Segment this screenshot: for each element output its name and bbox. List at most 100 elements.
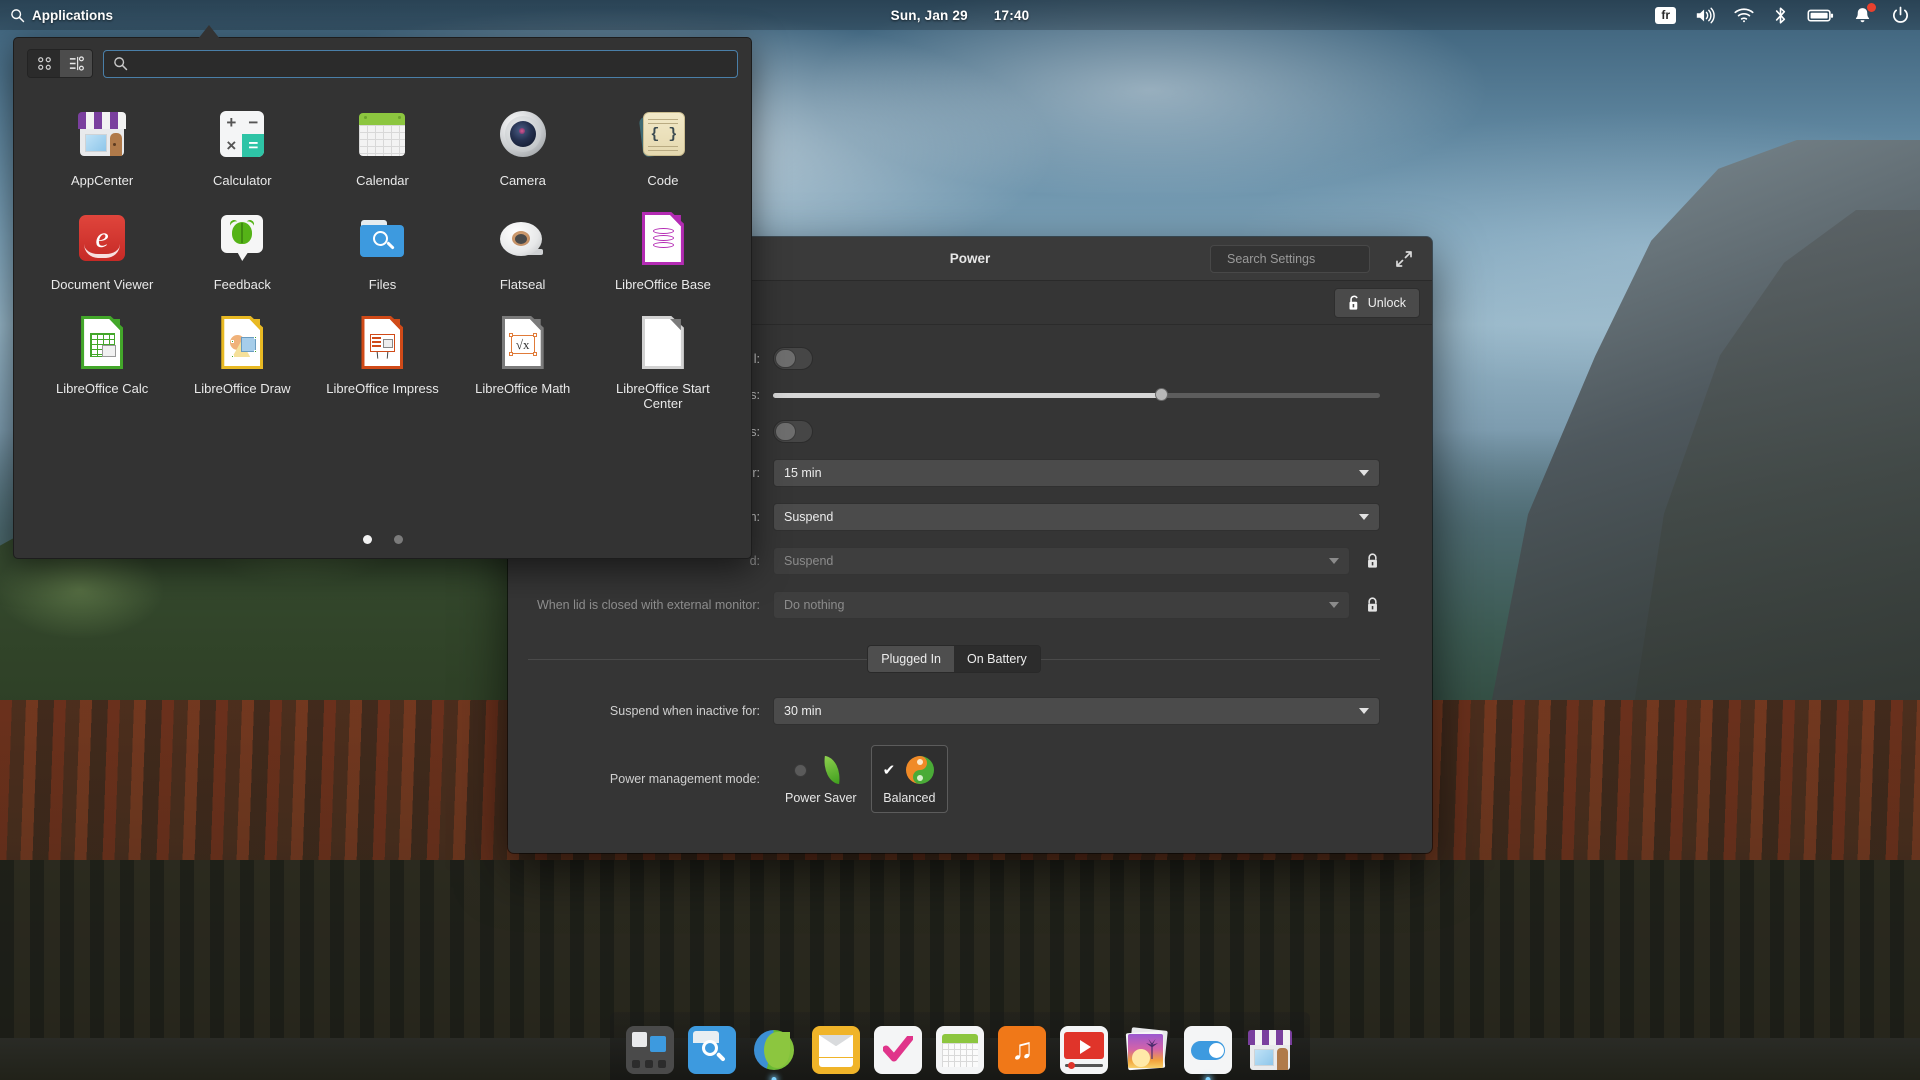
mode-label: Power Saver xyxy=(785,791,857,805)
top-panel: Applications Sun, Jan 29 17:40 fr xyxy=(0,0,1920,30)
maximize-icon[interactable] xyxy=(1394,249,1414,269)
dock-item-mail[interactable] xyxy=(812,1026,860,1074)
power-source-tabs-row: Plugged In On Battery xyxy=(528,645,1380,673)
settings-search-input[interactable] xyxy=(1227,251,1388,266)
videos-icon xyxy=(1060,1026,1108,1074)
pager-dot-2[interactable] xyxy=(393,535,403,544)
volume-icon[interactable] xyxy=(1695,7,1715,24)
camera-icon xyxy=(495,106,551,162)
dock-item-appcenter[interactable] xyxy=(1246,1026,1294,1074)
dropdown-value: Suspend xyxy=(784,554,834,568)
dock-item-multitasking-view[interactable] xyxy=(626,1026,674,1074)
dock-item-music[interactable]: ♫ xyxy=(998,1026,1046,1074)
app-label: Camera xyxy=(499,173,546,188)
divider-left xyxy=(528,658,868,660)
app-item-libreoffice-impress[interactable]: LibreOffice Impress xyxy=(312,302,452,421)
app-label: LibreOffice Impress xyxy=(326,381,439,396)
app-item-document-viewer[interactable]: e Document Viewer xyxy=(32,198,172,302)
app-label: Document Viewer xyxy=(50,277,154,292)
radio-unselected xyxy=(793,763,807,777)
divider-right xyxy=(1040,658,1380,660)
files-icon xyxy=(354,210,410,266)
app-item-libreoffice-math[interactable]: √x LibreOffice Math xyxy=(453,302,593,421)
notification-bell-icon[interactable] xyxy=(1853,3,1876,24)
power-source-tabs: Plugged In On Battery xyxy=(867,645,1041,673)
power-icon[interactable] xyxy=(1891,6,1910,25)
applications-toolbar xyxy=(14,38,751,86)
app-item-libreoffice-calc[interactable]: LibreOffice Calc xyxy=(32,302,172,421)
dock-item-files[interactable] xyxy=(688,1026,736,1074)
suspend-inactive-dropdown[interactable]: 30 min xyxy=(773,697,1380,725)
brightness-slider[interactable] xyxy=(773,386,1380,404)
panel-clock[interactable]: Sun, Jan 29 17:40 xyxy=(891,8,1030,23)
unlock-label: Unlock xyxy=(1367,295,1406,310)
keyboard-layout-indicator[interactable]: fr xyxy=(1655,6,1676,24)
clock-time: 17:40 xyxy=(993,7,1030,23)
app-item-feedback[interactable]: Feedback xyxy=(172,198,312,302)
category-list-icon xyxy=(69,56,84,71)
dock-item-tasks[interactable] xyxy=(874,1026,922,1074)
pager-dot-1[interactable] xyxy=(362,535,372,544)
tab-on-battery[interactable]: On Battery xyxy=(954,646,1040,672)
mode-label: Balanced xyxy=(883,791,936,805)
automatic-brightness-toggle[interactable] xyxy=(773,420,813,443)
calendar-icon xyxy=(354,106,410,162)
app-item-calendar[interactable]: Calendar xyxy=(312,94,452,198)
applications-search-field[interactable] xyxy=(103,49,738,78)
applications-menu-label: Applications xyxy=(32,7,114,23)
power-mode-option-balanced[interactable]: ✔ Balanced xyxy=(870,745,949,813)
tasks-icon xyxy=(874,1026,922,1074)
system-tray: fr xyxy=(1655,3,1910,25)
power-button-action-dropdown[interactable]: Suspend xyxy=(773,503,1380,531)
unlock-button[interactable]: Unlock xyxy=(1333,287,1420,318)
document-viewer-icon: e xyxy=(74,210,130,266)
feedback-icon xyxy=(214,210,270,266)
search-icon xyxy=(11,8,25,22)
dock-item-calendar[interactable] xyxy=(936,1026,984,1074)
applications-search-input[interactable] xyxy=(136,56,728,71)
code-icon: { } xyxy=(635,106,691,162)
sleep-timeout-dropdown[interactable]: 15 min xyxy=(773,459,1380,487)
applications-menu-button[interactable]: Applications xyxy=(0,0,125,30)
dock-item-videos[interactable] xyxy=(1060,1026,1108,1074)
appcenter-icon xyxy=(74,106,130,162)
libreoffice-base-icon xyxy=(635,210,691,266)
tab-plugged-in[interactable]: Plugged In xyxy=(868,646,955,672)
flatseal-icon xyxy=(495,210,551,266)
balance-icon xyxy=(904,754,936,786)
app-item-code[interactable]: { } Code xyxy=(593,94,733,198)
web-browser-icon xyxy=(750,1026,798,1074)
app-item-calculator[interactable]: + − × = Calculator xyxy=(172,94,312,198)
app-item-libreoffice-start-center[interactable]: LibreOffice Start Center xyxy=(593,302,733,421)
power-mode-option-power-saver[interactable]: Power Saver xyxy=(773,745,869,813)
appcenter-icon xyxy=(1246,1026,1294,1074)
app-item-appcenter[interactable]: AppCenter xyxy=(32,94,172,198)
lid-closed-action-dropdown: Suspend xyxy=(773,547,1350,575)
app-item-files[interactable]: Files xyxy=(312,198,452,302)
app-label: AppCenter xyxy=(71,173,134,188)
category-view-button[interactable] xyxy=(60,50,92,77)
applications-pager xyxy=(14,535,751,544)
row-label: Power management mode: xyxy=(609,772,760,786)
app-label: Code xyxy=(647,173,679,188)
dock-item-photos[interactable] xyxy=(1122,1026,1170,1074)
locked-icon xyxy=(1364,597,1380,613)
app-item-libreoffice-draw[interactable]: LibreOffice Draw xyxy=(172,302,312,421)
dropdown-value: Suspend xyxy=(784,510,834,524)
app-label: Files xyxy=(368,277,397,292)
leaf-icon xyxy=(816,754,848,786)
dock-item-web[interactable] xyxy=(750,1026,798,1080)
dock-item-system-settings[interactable] xyxy=(1184,1026,1232,1080)
settings-search-field[interactable] xyxy=(1210,244,1388,273)
settings-row-suspend-inactive: Suspend when inactive for: 30 min xyxy=(528,697,1380,725)
app-label: LibreOffice Base xyxy=(614,277,711,292)
app-item-libreoffice-base[interactable]: LibreOffice Base xyxy=(593,198,733,302)
dim-display-toggle[interactable] xyxy=(773,347,813,370)
app-item-camera[interactable]: Camera xyxy=(453,94,593,198)
grid-view-button[interactable] xyxy=(28,50,60,77)
bluetooth-icon[interactable] xyxy=(1773,6,1788,25)
battery-icon[interactable] xyxy=(1807,8,1834,23)
wifi-icon[interactable] xyxy=(1734,7,1754,23)
app-item-flatseal[interactable]: Flatseal xyxy=(453,198,593,302)
applications-popover: AppCenter + − × = Calculator Calendar Camer… xyxy=(13,37,752,559)
